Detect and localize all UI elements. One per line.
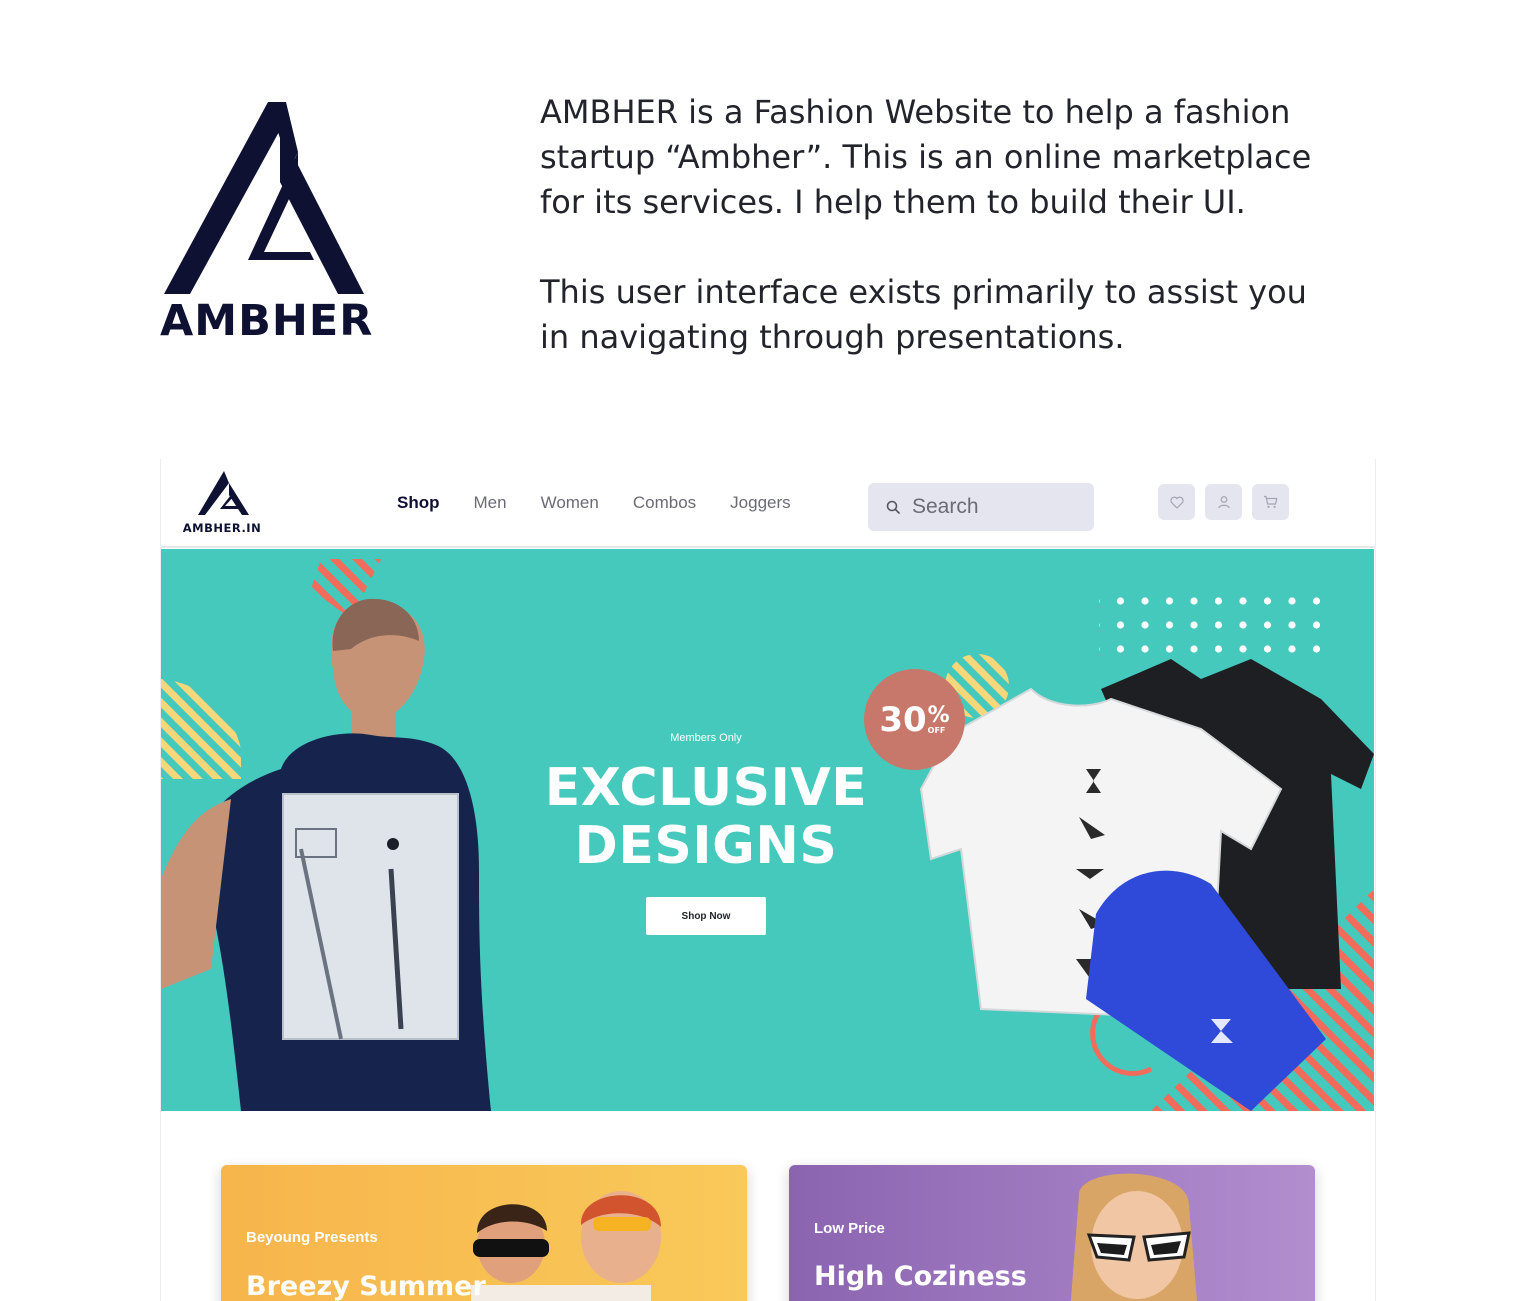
hero-title: EXCLUSIVE DESIGNS (506, 759, 906, 875)
website-mockup: AMBHER.IN Shop Men Women Combos Joggers (160, 459, 1376, 1301)
wishlist-button[interactable] (1158, 484, 1195, 520)
intro-description: AMBHER is a Fashion Website to help a fa… (540, 90, 1370, 360)
nav-men[interactable]: Men (474, 493, 507, 513)
intro-paragraph-1: AMBHER is a Fashion Website to help a fa… (540, 93, 1312, 221)
hero-eyebrow: Members Only (670, 732, 742, 744)
dot-grid (1099, 587, 1329, 667)
search-input[interactable] (912, 495, 1082, 519)
promo-card-summer[interactable]: Beyoung Presents Breezy Summer (221, 1165, 747, 1301)
nav-joggers[interactable]: Joggers (730, 493, 790, 513)
discount-off: OFF (927, 725, 946, 735)
search-icon (886, 500, 900, 514)
site-logo[interactable]: AMBHER.IN (179, 469, 265, 535)
discount-percent: % (927, 702, 950, 728)
discount-badge: 30 % OFF (864, 669, 965, 770)
promo-coziness-title: High Coziness (814, 1261, 1027, 1292)
nav-women[interactable]: Women (541, 493, 599, 513)
logo-wordmark: AMBHER (160, 296, 374, 346)
hero-banner: 30 % OFF Members Only EXCLUSIVE DESIGNS … (161, 549, 1374, 1111)
nav-shop[interactable]: Shop (397, 493, 440, 513)
nav-combos[interactable]: Combos (633, 493, 696, 513)
promo-summer-title: Breezy Summer (246, 1271, 486, 1301)
ambher-logo-mark (164, 102, 364, 294)
cart-button[interactable] (1252, 484, 1289, 520)
site-logo-text: AMBHER.IN (182, 521, 262, 535)
top-navbar: AMBHER.IN Shop Men Women Combos Joggers (161, 459, 1375, 548)
hero-title-line-1: EXCLUSIVE (544, 758, 868, 818)
promo-card-coziness[interactable]: Low Price High Coziness (789, 1165, 1315, 1301)
intro-paragraph-2: This user interface exists primarily to … (540, 273, 1307, 356)
heart-icon (1169, 496, 1184, 509)
user-icon (1217, 496, 1230, 509)
shop-now-button[interactable]: Shop Now (646, 897, 766, 935)
hero-title-line-2: DESIGNS (574, 816, 838, 876)
promo-summer-kicker: Beyoung Presents (246, 1229, 378, 1246)
promo-coziness-kicker: Low Price (814, 1220, 885, 1237)
yellow-stripe-shape (161, 679, 241, 779)
discount-number: 30 (879, 699, 927, 740)
search-bar[interactable] (868, 483, 1094, 531)
account-button[interactable] (1205, 484, 1242, 520)
site-logo-mark (198, 471, 249, 515)
main-nav: Shop Men Women Combos Joggers (397, 493, 825, 513)
cart-icon (1264, 495, 1278, 508)
model-man (161, 598, 492, 1111)
